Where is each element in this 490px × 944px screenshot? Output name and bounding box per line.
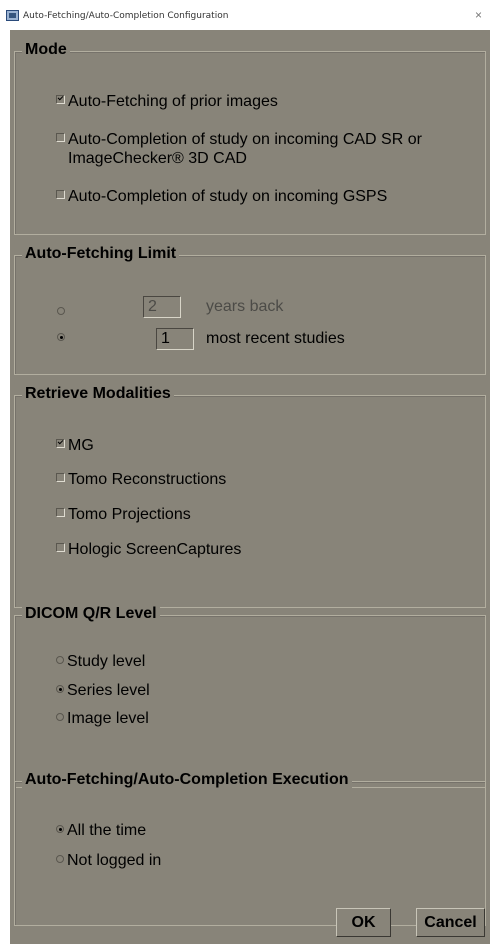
auto-fetching-checkbox[interactable]: Auto-Fetching of prior images [56, 93, 278, 111]
radio-icon [56, 684, 64, 693]
years-back-input[interactable]: 2 [143, 296, 181, 318]
limit-group-title: Auto-Fetching Limit [22, 245, 180, 263]
most-recent-input[interactable]: 1 [156, 328, 194, 350]
checkbox-icon [56, 95, 65, 105]
checkbox-icon [56, 473, 65, 483]
modality-tomo-projections-checkbox[interactable]: Tomo Projections [56, 506, 191, 524]
radio-icon [56, 824, 64, 833]
checkbox-icon [56, 508, 65, 518]
auto-completion-cad-label-line2: ImageChecker® 3D CAD [68, 150, 247, 167]
radio-icon [56, 655, 64, 664]
not-logged-in-radio[interactable]: Not logged in [56, 852, 161, 870]
modality-tomo-reconstructions-checkbox[interactable]: Tomo Reconstructions [56, 471, 226, 489]
window-title: Auto-Fetching/Auto-Completion Configurat… [23, 11, 229, 21]
close-icon[interactable]: × [475, 8, 482, 22]
dicom-qr-level-group: DICOM Q/R Level Study level Series level… [14, 605, 486, 788]
dialog-body: Mode Auto-Fetching of prior images Auto-… [10, 30, 490, 944]
years-back-label: years back [206, 298, 284, 315]
title-bar: Auto-Fetching/Auto-Completion Configurat… [0, 0, 490, 30]
mode-group-title: Mode [22, 41, 70, 59]
checkbox-icon [56, 133, 65, 143]
series-level-radio[interactable]: Series level [56, 682, 150, 700]
cancel-button[interactable]: Cancel [416, 908, 485, 937]
checkbox-icon [56, 190, 65, 200]
auto-fetching-limit-group: Auto-Fetching Limit 2 years back 1 most … [14, 245, 486, 375]
radio-icon [56, 712, 64, 721]
mode-group: Mode Auto-Fetching of prior images Auto-… [14, 41, 486, 235]
image-level-radio[interactable]: Image level [56, 710, 149, 728]
execution-group-title: Auto-Fetching/Auto-Completion Execution [22, 771, 352, 789]
modalities-group-title: Retrieve Modalities [22, 385, 174, 403]
most-recent-radio[interactable] [57, 333, 65, 341]
checkbox-icon [56, 543, 65, 553]
retrieve-modalities-group: Retrieve Modalities MG Tomo Reconstructi… [14, 385, 486, 608]
qr-level-group-title: DICOM Q/R Level [22, 605, 160, 623]
execution-group: Auto-Fetching/Auto-Completion Execution … [14, 771, 486, 926]
modality-mg-checkbox[interactable]: MG [56, 437, 94, 455]
auto-completion-gsps-checkbox[interactable]: Auto-Completion of study on incoming GSP… [56, 188, 387, 206]
checkbox-icon [56, 439, 65, 449]
ok-button[interactable]: OK [336, 908, 391, 937]
app-window-icon [6, 10, 19, 21]
all-the-time-radio[interactable]: All the time [56, 822, 146, 840]
most-recent-label: most recent studies [206, 330, 345, 347]
years-back-radio[interactable] [57, 307, 65, 315]
radio-icon [56, 854, 64, 863]
auto-completion-cad-checkbox[interactable]: Auto-Completion of study on incoming CAD… [56, 131, 422, 149]
study-level-radio[interactable]: Study level [56, 653, 145, 671]
modality-hologic-screencaptures-checkbox[interactable]: Hologic ScreenCaptures [56, 541, 241, 559]
